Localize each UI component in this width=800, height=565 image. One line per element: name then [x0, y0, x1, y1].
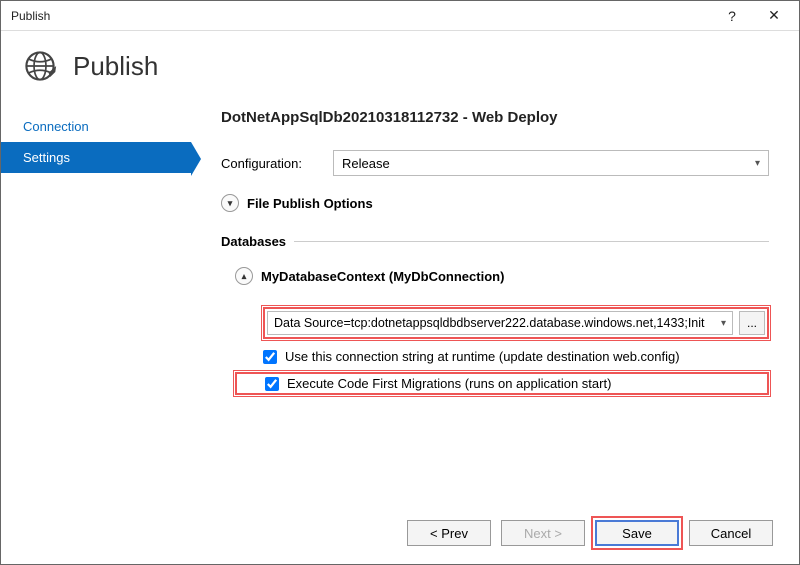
execute-migrations-label: Execute Code First Migrations (runs on a…	[287, 376, 611, 391]
close-button[interactable]: ✕	[753, 3, 795, 28]
next-button: Next >	[501, 520, 585, 546]
publish-dialog: Publish ? ✕ Publish Connection Settings …	[0, 0, 800, 565]
databases-section-title: Databases	[221, 234, 286, 249]
save-button[interactable]: Save	[595, 520, 679, 546]
file-publish-options-expander[interactable]: ▾ File Publish Options	[221, 194, 769, 212]
header-title: Publish	[73, 51, 158, 82]
chevron-down-icon: ▾	[755, 158, 760, 169]
header: Publish	[1, 31, 799, 109]
footer: < Prev Next > Save Cancel	[1, 506, 799, 564]
separator	[294, 241, 769, 242]
connection-string-highlight: Data Source=tcp:dotnetappsqldbdbserver22…	[263, 307, 769, 339]
execute-migrations-checkbox[interactable]	[265, 377, 279, 391]
use-connection-string-label: Use this connection string at runtime (u…	[285, 349, 680, 364]
configuration-label: Configuration:	[221, 156, 321, 171]
db-context-label: MyDatabaseContext (MyDbConnection)	[261, 269, 504, 284]
publish-globe-icon	[23, 49, 57, 83]
cancel-button[interactable]: Cancel	[689, 520, 773, 546]
chevron-up-icon: ▴	[235, 267, 253, 285]
sidebar-item-settings[interactable]: Settings	[1, 142, 191, 173]
connection-string-browse-button[interactable]: ...	[739, 311, 765, 335]
titlebar: Publish ? ✕	[1, 1, 799, 31]
connection-string-combobox[interactable]: Data Source=tcp:dotnetappsqldbdbserver22…	[267, 311, 733, 335]
migrations-highlight: Execute Code First Migrations (runs on a…	[235, 372, 769, 395]
configuration-value: Release	[342, 156, 390, 171]
file-publish-options-label: File Publish Options	[247, 196, 373, 211]
window-title: Publish	[5, 9, 711, 23]
use-connection-string-checkbox[interactable]	[263, 350, 277, 364]
profile-heading: DotNetAppSqlDb20210318112732 - Web Deplo…	[221, 109, 769, 126]
prev-button[interactable]: < Prev	[407, 520, 491, 546]
sidebar-item-connection[interactable]: Connection	[1, 111, 191, 142]
db-context-expander[interactable]: ▴ MyDatabaseContext (MyDbConnection)	[235, 267, 769, 285]
chevron-down-icon: ▾	[721, 318, 726, 329]
main-panel: DotNetAppSqlDb20210318112732 - Web Deplo…	[191, 109, 799, 506]
help-button[interactable]: ?	[711, 4, 753, 28]
configuration-dropdown[interactable]: Release ▾	[333, 150, 769, 176]
connection-string-value: Data Source=tcp:dotnetappsqldbdbserver22…	[274, 316, 705, 330]
chevron-down-icon: ▾	[221, 194, 239, 212]
sidebar: Connection Settings	[1, 109, 191, 506]
